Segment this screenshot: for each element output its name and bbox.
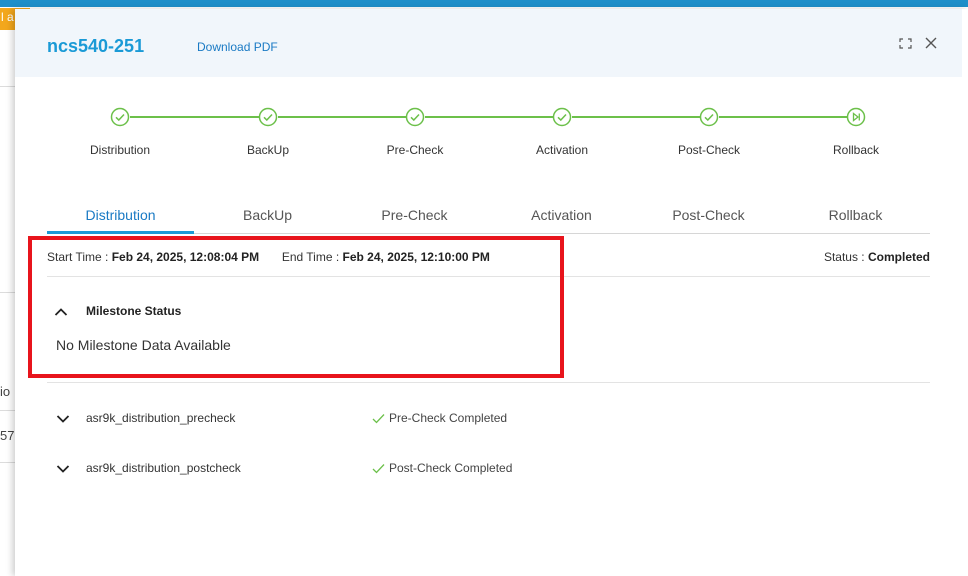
- check-icon: [372, 414, 385, 424]
- drawer-header: ncs540-251 Download PDF: [15, 9, 962, 77]
- tab-post-check[interactable]: Post-Check: [635, 207, 782, 223]
- background-table-text: io: [0, 384, 11, 399]
- stepper-connector: [572, 116, 709, 118]
- section-divider: [47, 276, 930, 277]
- job-name-postcheck[interactable]: asr9k_distribution_postcheck: [86, 461, 241, 475]
- milestone-status-title[interactable]: Milestone Status: [86, 304, 181, 318]
- check-circle-icon: [110, 107, 130, 127]
- check-circle-icon: [258, 107, 278, 127]
- time-info: Start Time : Feb 24, 2025, 12:08:04 PM E…: [47, 250, 490, 264]
- active-tab-indicator: [47, 231, 194, 234]
- tab-activation[interactable]: Activation: [488, 207, 635, 223]
- end-time-label: End Time :: [281, 250, 340, 264]
- stepper-connector: [719, 116, 856, 118]
- job-name-precheck[interactable]: asr9k_distribution_precheck: [86, 411, 235, 425]
- section-divider: [47, 382, 930, 383]
- tab-distribution[interactable]: Distribution: [47, 207, 194, 223]
- background-divider: [0, 462, 16, 463]
- background-divider: [0, 86, 16, 87]
- background-divider: [0, 292, 16, 293]
- job-status-text: Pre-Check Completed: [389, 411, 508, 425]
- step-label-rollback: Rollback: [832, 143, 880, 157]
- download-pdf-link[interactable]: Download PDF: [197, 40, 278, 54]
- background-divider: [0, 410, 16, 411]
- stepper-connector: [425, 116, 562, 118]
- check-circle-icon: [552, 107, 572, 127]
- start-time-label: Start Time :: [47, 250, 109, 264]
- job-details-drawer: ncs540-251 Download PDF Distribution Bac…: [15, 9, 968, 576]
- status-info: Status : Completed: [824, 250, 930, 264]
- tab-backup[interactable]: BackUp: [194, 207, 341, 223]
- job-status-precheck: Pre-Check Completed: [372, 411, 507, 425]
- expand-icon[interactable]: [899, 38, 912, 49]
- background-table-text: 57.: [0, 428, 16, 443]
- status-value: Completed: [867, 250, 930, 264]
- step-label-distribution: Distribution: [89, 143, 151, 157]
- start-time-value: Feb 24, 2025, 12:08:04 PM: [111, 250, 260, 264]
- step-label-activation: Activation: [535, 143, 589, 157]
- check-circle-icon: [699, 107, 719, 127]
- stepper-connector: [130, 116, 266, 118]
- check-circle-icon: [405, 107, 425, 127]
- end-time-value: Feb 24, 2025, 12:10:00 PM: [342, 250, 490, 264]
- skip-forward-circle-icon: [846, 107, 866, 127]
- job-status-text: Post-Check Completed: [389, 461, 513, 475]
- job-status-postcheck: Post-Check Completed: [372, 461, 512, 475]
- status-label: Status :: [823, 250, 865, 264]
- tab-rollback[interactable]: Rollback: [782, 207, 929, 223]
- chevron-down-icon[interactable]: [56, 464, 70, 474]
- step-label-pre-check: Pre-Check: [386, 143, 444, 157]
- top-accent-bar: [0, 0, 968, 7]
- step-label-post-check: Post-Check: [677, 143, 741, 157]
- check-icon: [372, 464, 385, 474]
- chevron-down-icon[interactable]: [56, 414, 70, 424]
- device-title: ncs540-251: [47, 36, 145, 56]
- chevron-up-icon[interactable]: [54, 307, 68, 317]
- step-label-backup: BackUp: [246, 143, 290, 157]
- milestone-empty-message: No Milestone Data Available: [56, 337, 231, 353]
- close-icon[interactable]: [924, 36, 938, 50]
- tab-pre-check[interactable]: Pre-Check: [341, 207, 488, 223]
- stepper-connector: [278, 116, 414, 118]
